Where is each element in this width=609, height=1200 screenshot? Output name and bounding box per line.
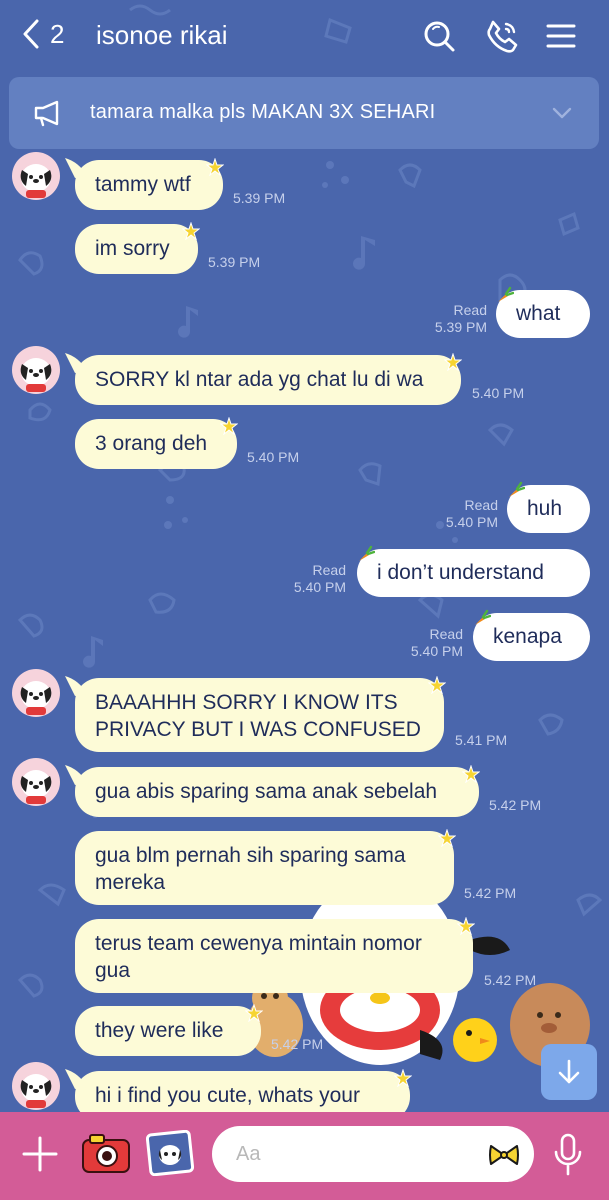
message-time: 5.42 PM — [464, 885, 517, 901]
incoming-message-bubble[interactable]: SORRY kl ntar ada yg chat lu di wa — [65, 353, 461, 405]
chat-title: isonoe rikai — [96, 20, 228, 50]
carrot-icon — [509, 481, 525, 497]
read-receipt: Read 5.40 PM — [294, 562, 346, 596]
star-icon — [438, 829, 456, 847]
star-icon — [182, 222, 200, 240]
incoming-message-bubble[interactable]: gua abis sparing sama anak sebelah — [65, 765, 479, 817]
message-time: 5.40 PM — [472, 385, 525, 401]
incoming-message-bubble[interactable]: BAAAHHH SORRY I KNOW ITS PRIVACY BUT I W… — [65, 676, 444, 752]
menu-icon — [546, 24, 576, 48]
message-text: huh — [527, 497, 563, 520]
message-time: 5.42 PM — [489, 797, 542, 813]
pochacco-avatar-icon — [20, 681, 52, 715]
bow-icon[interactable] — [488, 1142, 520, 1168]
message-text: im sorry — [95, 237, 170, 260]
incoming-message-bubble[interactable]: terus team cewenya mintain nomor gua — [75, 919, 473, 993]
search-button[interactable] — [421, 18, 457, 54]
star-icon — [462, 765, 480, 783]
message-time: 5.40 PM — [247, 449, 300, 465]
message-time: 5.41 PM — [455, 732, 508, 748]
message-text: kenapa — [493, 625, 562, 648]
message-time: 5.40 PM — [293, 579, 346, 595]
pochacco-avatar-icon — [20, 358, 52, 392]
menu-button[interactable] — [543, 18, 579, 54]
phone-icon — [487, 20, 518, 53]
outgoing-message-bubble[interactable]: i don’t understand — [357, 549, 590, 597]
star-icon — [428, 676, 446, 694]
plus-icon[interactable] — [20, 1134, 60, 1174]
star-icon — [220, 417, 238, 435]
message-text: SORRY kl ntar ada yg chat lu di wa — [95, 368, 424, 391]
bubble-tail — [65, 1069, 87, 1089]
camera-icon[interactable] — [80, 1130, 132, 1176]
message-text: 3 orang deh — [95, 432, 208, 455]
read-receipt: Read 5.40 PM — [411, 626, 463, 660]
photo-icon[interactable] — [146, 1130, 194, 1176]
message-text: what — [516, 302, 561, 325]
star-icon — [245, 1004, 263, 1022]
announcement-text: tamara malka pls MAKAN 3X SEHARI — [90, 101, 436, 123]
microphone-icon[interactable] — [552, 1132, 584, 1178]
pochacco-avatar-icon — [20, 770, 52, 804]
sender-avatar[interactable] — [12, 1062, 60, 1110]
read-status: Read — [453, 302, 487, 318]
message-input[interactable] — [212, 1126, 534, 1182]
message-text: BAAAHHH SORRY I KNOW ITS PRIVACY BUT I W… — [95, 691, 421, 741]
star-icon — [457, 917, 475, 935]
message-time: 5.42 PM — [484, 972, 537, 988]
pochacco-avatar-icon — [20, 164, 52, 198]
carrot-icon — [475, 609, 491, 625]
incoming-message-bubble[interactable]: 3 orang deh — [75, 419, 237, 469]
star-icon — [206, 158, 224, 176]
incoming-message-bubble[interactable]: they were like — [75, 1006, 261, 1056]
sender-avatar[interactable] — [12, 758, 60, 806]
read-status: Read — [464, 497, 498, 513]
bubble-tail — [65, 765, 87, 785]
message-time: 5.39 PM — [208, 254, 261, 270]
message-time: 5.42 PM — [271, 1036, 324, 1052]
scroll-to-bottom-button[interactable] — [541, 1044, 597, 1100]
read-status: Read — [429, 626, 463, 642]
pochacco-avatar-icon — [20, 1074, 52, 1108]
message-text: they were like — [95, 1019, 224, 1042]
star-icon — [444, 353, 462, 371]
message-text: tammy wtf — [95, 173, 191, 196]
composer-bar — [0, 1112, 609, 1200]
message-text: gua blm pernah sih sparing sama mereka — [95, 844, 406, 894]
announcement-bar[interactable]: tamara malka pls MAKAN 3X SEHARI — [9, 77, 599, 149]
chevron-left-icon — [23, 19, 39, 49]
unread-count: 2 — [50, 18, 65, 49]
message-text: gua abis sparing sama anak sebelah — [95, 780, 438, 803]
read-receipt: Read 5.39 PM — [435, 302, 487, 336]
message-text: hi i find you cute, whats your — [95, 1084, 360, 1107]
bubble-tail — [65, 353, 87, 373]
sender-avatar[interactable] — [12, 346, 60, 394]
chevron-down-icon[interactable] — [551, 105, 573, 121]
message-text: terus team cewenya mintain nomor gua — [95, 932, 422, 982]
message-time: 5.40 PM — [410, 643, 463, 659]
back-button[interactable]: 2 — [20, 18, 64, 50]
carrot-icon — [359, 545, 375, 561]
star-icon — [394, 1069, 412, 1087]
message-text: i don’t understand — [377, 561, 544, 584]
read-status: Read — [312, 562, 346, 578]
sender-avatar[interactable] — [12, 669, 60, 717]
incoming-message-bubble[interactable]: tammy wtf — [65, 158, 223, 210]
incoming-message-bubble[interactable]: gua blm pernah sih sparing sama mereka — [75, 831, 454, 905]
message-time: 5.40 PM — [445, 514, 498, 530]
read-receipt: Read 5.40 PM — [446, 497, 498, 531]
bubble-tail — [65, 676, 87, 696]
message-time: 5.39 PM — [434, 319, 487, 335]
search-icon — [424, 21, 455, 52]
bubble-tail — [65, 158, 87, 178]
call-button[interactable] — [484, 18, 520, 54]
message-time: 5.39 PM — [233, 190, 286, 206]
megaphone-icon — [34, 100, 59, 127]
incoming-message-bubble[interactable]: im sorry — [75, 224, 198, 274]
chat-header: 2 isonoe rikai — [0, 0, 609, 74]
carrot-icon — [498, 286, 514, 302]
sender-avatar[interactable] — [12, 152, 60, 200]
arrow-down-icon — [558, 1059, 580, 1084]
